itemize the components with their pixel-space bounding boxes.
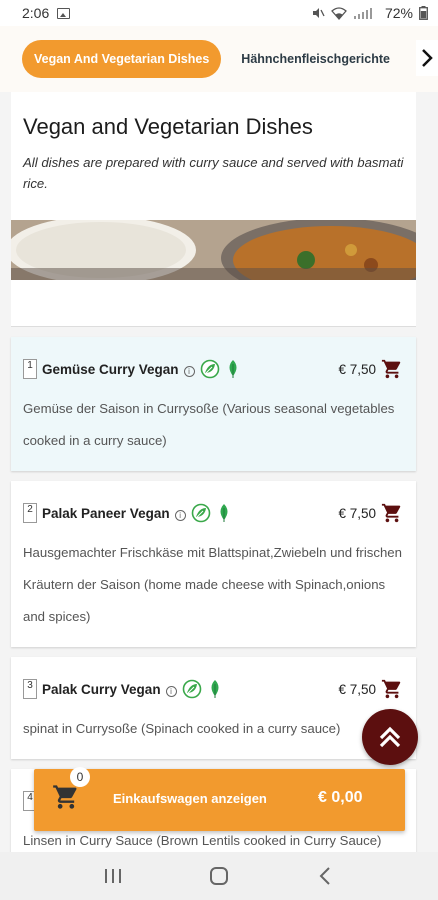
home-button[interactable] — [199, 856, 239, 896]
category-banner-image — [11, 220, 416, 280]
recent-apps-button[interactable] — [93, 856, 133, 896]
view-cart-button[interactable]: 0 Einkaufswagen anzeigen € 0,00 — [34, 767, 405, 831]
leaf-icon — [211, 680, 219, 698]
status-time: 2:06 — [22, 5, 50, 21]
info-icon[interactable]: i — [183, 365, 195, 377]
home-icon — [210, 867, 228, 885]
back-button[interactable] — [305, 856, 345, 896]
item-price: € 7,50 — [338, 681, 376, 697]
image-icon — [57, 7, 71, 19]
scroll-to-top-button[interactable] — [362, 709, 418, 765]
menu-item[interactable]: 1 Gemüse Curry Vegan i € 7,50 Gemüse der… — [11, 337, 416, 471]
menu-content: Vegan and Vegetarian Dishes All dishes a… — [11, 92, 416, 871]
system-nav-bar — [0, 852, 438, 900]
cart-icon[interactable] — [381, 502, 403, 524]
item-price: € 7,50 — [338, 361, 376, 377]
vegan-icon — [182, 679, 201, 699]
leaf-icon — [220, 504, 228, 522]
info-icon[interactable]: i — [174, 509, 186, 521]
content-divider — [11, 280, 416, 327]
category-title: Vegan and Vegetarian Dishes — [23, 114, 313, 139]
tab-chicken[interactable]: Hähnchenfleischgerichte — [241, 52, 390, 66]
menu-item[interactable]: 3 Palak Curry Vegan i € 7,50 spinat in C… — [11, 657, 416, 759]
chevron-right-icon — [422, 49, 433, 67]
vegan-icon — [200, 359, 219, 379]
cart-total: € 0,00 — [318, 789, 363, 806]
item-number: 1 — [23, 359, 37, 379]
menu-item[interactable]: 2 Palak Paneer Vegan i € 7,50 Hausgemach… — [11, 481, 416, 647]
category-description: All dishes are prepared with curry sauce… — [23, 155, 404, 191]
double-chevron-up-icon — [379, 726, 401, 748]
item-name: Palak Paneer Vegan — [42, 505, 170, 521]
menu-item-header: 3 Palak Curry Vegan i € 7,50 — [23, 677, 404, 701]
tab-vegan-vegetarian[interactable]: Vegan And Vegetarian Dishes — [22, 40, 222, 78]
signal-icon — [353, 7, 372, 19]
battery-icon — [419, 6, 428, 20]
status-icons: 72% — [311, 5, 428, 21]
mute-icon — [312, 8, 325, 18]
item-description: Hausgemachter Frischkäse mit Blattspinat… — [23, 545, 402, 624]
wifi-icon — [331, 6, 347, 20]
category-tabs: Vegan And Vegetarian Dishes Hähnchenflei… — [0, 26, 438, 92]
menu-item-header: 1 Gemüse Curry Vegan i € 7,50 — [23, 357, 404, 381]
cart-label: Einkaufswagen anzeigen — [113, 791, 267, 806]
vegan-icon — [191, 503, 210, 523]
item-number: 3 — [23, 679, 37, 699]
leaf-icon — [229, 360, 237, 378]
back-icon — [319, 867, 330, 885]
menu-item-header: 2 Palak Paneer Vegan i € 7,50 — [23, 501, 404, 525]
cart-count-badge: 0 — [70, 767, 90, 787]
item-number: 2 — [23, 503, 37, 523]
status-bar: 2:06 72% — [0, 0, 438, 26]
info-icon[interactable]: i — [165, 685, 177, 697]
tabs-next-button[interactable] — [416, 40, 438, 76]
cart-icon[interactable] — [381, 678, 403, 700]
item-description: spinat in Currysoße (Spinach cooked in a… — [23, 721, 341, 736]
battery-level: 72% — [384, 5, 413, 21]
screen: 2:06 72% Vegan And Vegetarian Dishes Häh… — [0, 0, 438, 900]
recent-apps-icon — [105, 869, 121, 883]
item-name: Palak Curry Vegan — [42, 681, 161, 697]
cart-icon[interactable] — [381, 358, 403, 380]
item-description: Gemüse der Saison in Currysoße (Various … — [23, 401, 395, 448]
item-name: Gemüse Curry Vegan — [42, 361, 179, 377]
cart-icon — [53, 785, 77, 809]
category-header: Vegan and Vegetarian Dishes All dishes a… — [11, 92, 416, 220]
item-price: € 7,50 — [338, 505, 376, 521]
